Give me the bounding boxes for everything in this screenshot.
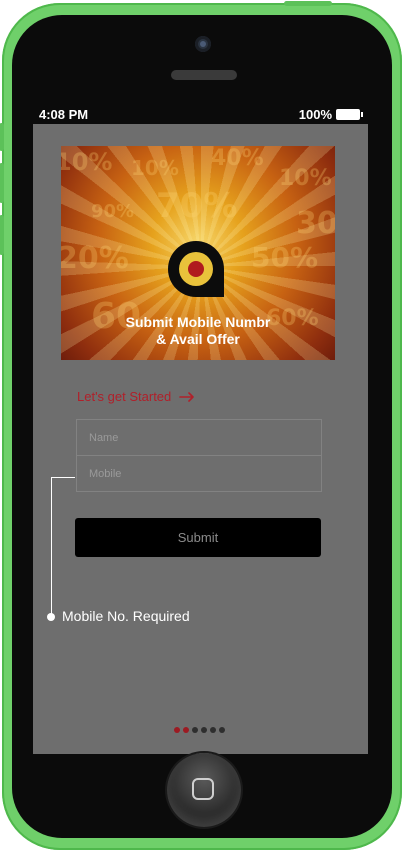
- submit-button[interactable]: Submit: [75, 518, 321, 557]
- page-dot[interactable]: [192, 727, 198, 733]
- callout-dot: [47, 613, 55, 621]
- get-started-label: Let's get Started: [77, 389, 172, 404]
- percent-pattern: 30: [296, 206, 335, 241]
- page-dot[interactable]: [174, 727, 180, 733]
- offer-banner: 10% 10% 40% 10% 90% 70% 30 20% 50% 60 60…: [61, 146, 335, 360]
- validation-callout: Mobile No. Required: [62, 608, 190, 624]
- brand-logo-icon: [168, 241, 224, 297]
- status-time: 4:08 PM: [39, 107, 89, 122]
- arrow-right-icon: [179, 391, 195, 402]
- percent-pattern: 40%: [211, 146, 264, 171]
- battery-status: 100%: [298, 107, 363, 122]
- home-button[interactable]: [167, 753, 241, 827]
- home-square-icon: [192, 778, 214, 800]
- battery-icon: [336, 109, 363, 120]
- page-indicator: [174, 727, 225, 733]
- volume-down-button: [0, 215, 4, 255]
- volume-up-button: [0, 163, 4, 203]
- page-dot[interactable]: [183, 727, 189, 733]
- app-screen: 10% 10% 40% 10% 90% 70% 30 20% 50% 60 60…: [33, 124, 368, 754]
- front-camera-icon: [195, 36, 211, 52]
- percent-pattern: 10%: [279, 166, 332, 191]
- banner-title-line1: Submit Mobile Numbr: [125, 314, 271, 330]
- get-started-link[interactable]: Let's get Started: [77, 389, 195, 404]
- banner-title-line2: & Avail Offer: [156, 331, 240, 347]
- mobile-field: [76, 455, 322, 492]
- side-button-top: [284, 1, 332, 6]
- percent-pattern: 90%: [91, 201, 135, 222]
- page-dot[interactable]: [210, 727, 216, 733]
- earpiece-speaker: [171, 70, 237, 80]
- name-field: [76, 419, 322, 456]
- callout-connector-horizontal: [51, 477, 75, 478]
- mute-switch: [0, 123, 4, 151]
- page-dot[interactable]: [219, 727, 225, 733]
- name-input[interactable]: [77, 420, 321, 455]
- page-dot[interactable]: [201, 727, 207, 733]
- percent-pattern: 10%: [131, 156, 179, 180]
- battery-percentage: 100%: [298, 107, 332, 122]
- callout-connector-vertical: [51, 477, 52, 617]
- mobile-input[interactable]: [77, 456, 321, 491]
- percent-pattern: 20%: [61, 241, 129, 276]
- percent-pattern: 10%: [61, 148, 113, 176]
- status-bar: 4:08 PM 100%: [33, 106, 368, 124]
- percent-pattern: 50%: [251, 241, 319, 274]
- percent-pattern: 70%: [156, 186, 238, 226]
